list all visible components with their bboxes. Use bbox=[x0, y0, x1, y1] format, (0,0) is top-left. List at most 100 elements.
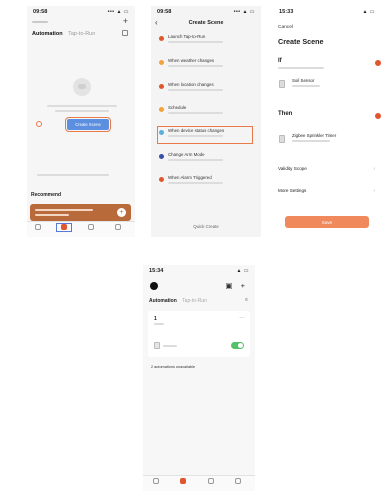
device-icon bbox=[154, 342, 160, 349]
page-title: Create Scene bbox=[278, 37, 324, 46]
scene-icon bbox=[180, 478, 186, 484]
scene-option-icon bbox=[159, 130, 164, 135]
scene-option[interactable]: When location changes bbox=[159, 82, 251, 96]
automation-name: 1 bbox=[154, 316, 157, 322]
sensor-icon bbox=[279, 80, 285, 88]
tab-scene[interactable] bbox=[176, 478, 190, 485]
scene-option-icon bbox=[159, 84, 164, 89]
condition-label: Soil Sensor bbox=[292, 78, 315, 83]
status-time: 09:58 bbox=[33, 9, 48, 15]
scene-option-description bbox=[168, 135, 223, 137]
scene-option-description bbox=[168, 182, 223, 184]
action-detail bbox=[292, 140, 330, 142]
scene-option[interactable]: When weather changes bbox=[159, 58, 251, 72]
tab-home[interactable] bbox=[31, 224, 45, 231]
scene-icon bbox=[61, 224, 67, 230]
recommend-add-icon[interactable]: + bbox=[117, 208, 126, 217]
scene-option-label: When Alarm Triggered bbox=[168, 175, 212, 180]
home-icon bbox=[153, 478, 159, 484]
tab-mall[interactable] bbox=[84, 224, 98, 231]
scene-option[interactable]: Schedule bbox=[159, 105, 251, 119]
scene-tabs: Automation Tap-to-Run bbox=[32, 31, 95, 37]
tab-automation[interactable]: Automation bbox=[149, 298, 177, 304]
automation-toggle[interactable] bbox=[231, 342, 244, 349]
tab-automation[interactable]: Automation bbox=[32, 31, 63, 37]
screen-smart-automation-empty: 09:58 ••• ▲ ▭ + Automation Tap-to-Run Cr… bbox=[27, 6, 135, 237]
app-logo-icon[interactable] bbox=[150, 282, 158, 290]
status-bar: 15:34 ▲ ▭ bbox=[143, 267, 255, 276]
add-condition-icon[interactable] bbox=[375, 60, 381, 66]
action-item[interactable]: Zigbee Sprinkler Timer bbox=[278, 133, 376, 149]
grid-icon[interactable] bbox=[122, 30, 128, 36]
scene-option-description bbox=[168, 112, 223, 114]
scene-option-description bbox=[168, 41, 223, 43]
scene-option-icon bbox=[159, 36, 164, 41]
condition-item[interactable]: Soil Sensor bbox=[278, 78, 376, 94]
tab-scene[interactable] bbox=[55, 222, 73, 233]
scene-option-label: When weather changes bbox=[168, 58, 215, 63]
quick-create-link[interactable]: Quick Create bbox=[151, 224, 261, 229]
screen-create-scene-menu: 09:58 ••• ▲ ▭ ‹ Create Scene Launch Tap-… bbox=[151, 6, 261, 237]
recommend-card-line bbox=[35, 209, 93, 211]
scene-option-label: When device status changes bbox=[168, 128, 225, 133]
profile-icon bbox=[115, 224, 121, 230]
then-section-title: Then bbox=[278, 111, 293, 117]
mall-icon bbox=[208, 478, 214, 484]
scene-option[interactable]: Launch Tap-to-Run bbox=[159, 34, 251, 48]
scene-option-icon bbox=[159, 107, 164, 112]
tab-me[interactable] bbox=[231, 478, 245, 485]
scene-option[interactable]: When Alarm Triggered bbox=[159, 175, 251, 189]
scene-option-icon bbox=[159, 177, 164, 182]
tab-tap-to-run[interactable]: Tap-to-Run bbox=[68, 31, 95, 37]
plus-icon[interactable]: + bbox=[123, 16, 128, 26]
chevron-right-icon: › bbox=[373, 188, 375, 194]
unavailable-automations-line[interactable] bbox=[37, 174, 109, 176]
cancel-button[interactable]: Cancel bbox=[278, 25, 293, 30]
scene-option[interactable]: When device status changes bbox=[156, 125, 254, 145]
screen-create-scene-form: 15:33 ▲ ▭ Cancel Create Scene If Soil Se… bbox=[273, 6, 381, 237]
home-selector-label[interactable] bbox=[32, 21, 48, 23]
scene-option-description bbox=[168, 65, 223, 67]
tab-tap-to-run[interactable]: Tap-to-Run bbox=[182, 298, 207, 304]
unavailable-automations-text[interactable]: 2 automations unavailable bbox=[151, 365, 195, 369]
recommend-card[interactable]: + bbox=[30, 204, 131, 221]
status-icons: ••• ▲ ▭ bbox=[107, 9, 129, 15]
home-icon bbox=[35, 224, 41, 230]
header-action-icons[interactable]: ▣ + bbox=[225, 281, 248, 290]
validity-scope-row[interactable]: Validity Scope › bbox=[278, 166, 376, 172]
status-bar: 09:58 ••• ▲ ▭ bbox=[27, 8, 135, 17]
save-button[interactable]: Save bbox=[285, 216, 369, 228]
recommend-title: Recommend bbox=[31, 192, 62, 198]
bottom-tab-bar bbox=[27, 221, 135, 237]
scene-option-description bbox=[168, 159, 223, 161]
more-settings-row[interactable]: More Settings › bbox=[278, 188, 376, 194]
scene-tabs: Automation Tap-to-Run bbox=[149, 298, 207, 304]
automation-subtitle bbox=[154, 323, 164, 325]
tab-me[interactable] bbox=[111, 224, 125, 231]
status-bar: 15:33 ▲ ▭ bbox=[273, 8, 381, 17]
step-marker-icon bbox=[36, 121, 42, 127]
scene-option-label: Launch Tap-to-Run bbox=[168, 34, 206, 39]
bottom-tab-bar bbox=[143, 475, 255, 491]
list-icon[interactable]: ≡ bbox=[245, 297, 248, 303]
tab-home[interactable] bbox=[149, 478, 163, 485]
condition-detail bbox=[292, 85, 320, 87]
empty-state-illustration bbox=[73, 78, 91, 96]
add-action-icon[interactable] bbox=[375, 113, 381, 119]
scene-option[interactable]: Change Arm Mode bbox=[159, 152, 251, 166]
more-icon[interactable]: … bbox=[239, 314, 245, 320]
status-icons: ▲ ▭ bbox=[362, 9, 375, 15]
sprinkler-icon bbox=[279, 135, 285, 143]
automation-card[interactable]: 1 … bbox=[148, 311, 250, 357]
chevron-right-icon: › bbox=[373, 166, 375, 172]
validity-scope-label: Validity Scope bbox=[278, 166, 307, 171]
tab-mall[interactable] bbox=[204, 478, 218, 485]
scene-option-label: Schedule bbox=[168, 105, 187, 110]
page-title: Create Scene bbox=[188, 20, 224, 26]
scene-option-icon bbox=[159, 154, 164, 159]
create-scene-button[interactable]: Create Scene bbox=[64, 116, 112, 133]
device-arrow-line bbox=[163, 345, 177, 347]
status-time: 09:58 bbox=[157, 9, 172, 15]
scene-option-icon bbox=[159, 60, 164, 65]
scene-option-label: When location changes bbox=[168, 82, 214, 87]
